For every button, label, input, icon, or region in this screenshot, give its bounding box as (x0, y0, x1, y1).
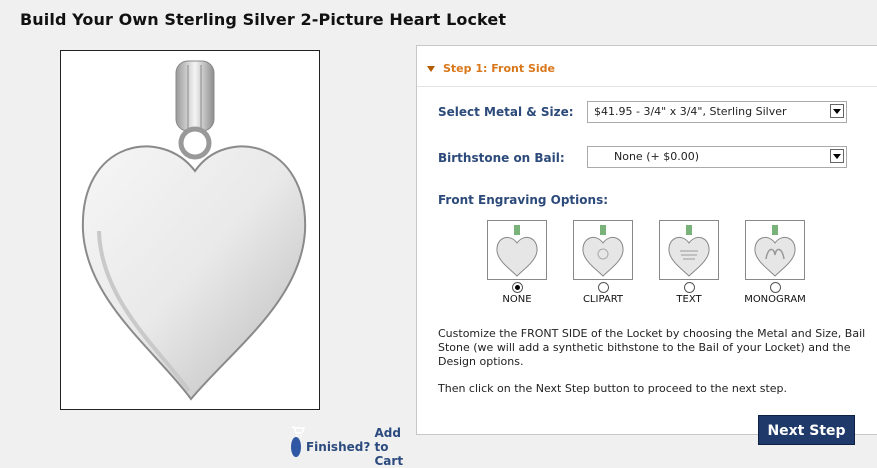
option-label: NONE (502, 294, 532, 305)
birthstone-value: None (+ $0.00) (614, 150, 699, 163)
chevron-down-icon (830, 104, 844, 118)
chevron-down-icon (830, 149, 844, 163)
engraving-option-clipart[interactable]: CLIPART (563, 220, 643, 305)
step-header[interactable]: Step 1: Front Side (427, 62, 555, 75)
page-title: Build Your Own Sterling Silver 2-Picture… (20, 10, 507, 29)
locket-thumb-text-icon (659, 220, 719, 280)
options-panel: Step 1: Front Side Select Metal & Size: … (416, 45, 877, 445)
birthstone-select[interactable]: None (+ $0.00) (587, 146, 847, 168)
add-to-cart-text: Add to Cart (374, 426, 404, 468)
divider (417, 86, 877, 87)
heart-locket-image (81, 60, 307, 401)
step-description: Customize the FRONT SIDE of the Locket b… (438, 327, 866, 368)
metal-size-label: Select Metal & Size: (438, 105, 574, 119)
birthstone-label: Birthstone on Bail: (438, 151, 565, 165)
add-to-cart-link[interactable]: Finished? Add to Cart (291, 426, 413, 468)
next-step-button[interactable]: Next Step (758, 415, 855, 445)
cart-icon (291, 426, 305, 457)
step-title: Step 1: Front Side (443, 62, 555, 75)
radio-clipart[interactable] (597, 282, 609, 293)
radio-none[interactable] (511, 282, 523, 293)
expand-triangle-icon (427, 65, 435, 72)
next-step-hint: Then click on the Next Step button to pr… (438, 382, 788, 395)
locket-thumb-clipart-icon (573, 220, 633, 280)
metal-size-select[interactable]: $41.95 - 3/4" x 3/4", Sterling Silver (587, 101, 847, 123)
locket-thumb-monogram-icon (745, 220, 805, 280)
option-label: CLIPART (582, 294, 624, 305)
option-label: TEXT (676, 294, 702, 305)
engraving-option-text[interactable]: TEXT (649, 220, 729, 305)
finished-text: Finished? (305, 440, 371, 454)
option-label: MONOGRAM (744, 294, 806, 305)
radio-text[interactable] (683, 282, 695, 293)
engraving-label: Front Engraving Options: (438, 193, 609, 207)
metal-size-value: $41.95 - 3/4" x 3/4", Sterling Silver (594, 105, 787, 118)
locket-preview: Finished? Add to Cart (60, 50, 403, 468)
engraving-option-none[interactable]: NONE (477, 220, 557, 305)
locket-thumb-plain-icon (487, 220, 547, 280)
engraving-options: NONE CLIPART TEXT MONOGRAM (479, 220, 819, 310)
engraving-option-monogram[interactable]: MONOGRAM (735, 220, 815, 305)
radio-monogram[interactable] (769, 282, 781, 293)
